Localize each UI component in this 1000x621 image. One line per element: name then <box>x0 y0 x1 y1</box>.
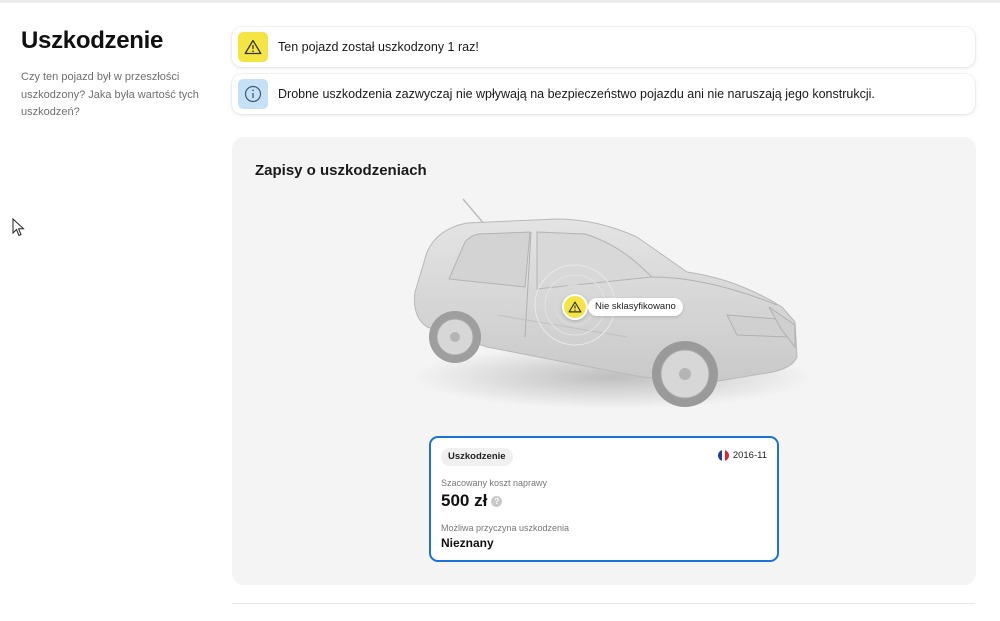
page-description: Czy ten pojazd był w przeszłości uszkodz… <box>21 71 199 118</box>
repair-cost-value: 500 zł <box>441 491 488 510</box>
damage-marker-warning-icon[interactable] <box>562 294 588 320</box>
info-icon <box>238 79 268 109</box>
top-border <box>0 0 1000 3</box>
damage-records-panel: Zapisy o uszkodzeniach Nie sklasyfikowan… <box>232 137 976 585</box>
damage-cause-value: Nieznany <box>441 536 494 550</box>
france-flag-icon <box>717 450 729 461</box>
panel-title: Zapisy o uszkodzeniach <box>255 162 427 179</box>
section-divider <box>232 603 975 604</box>
mouse-cursor-icon <box>12 218 25 237</box>
record-type-chip: Uszkodzenie <box>441 448 513 466</box>
alert-text: Ten pojazd został uszkodzony 1 raz! <box>278 40 479 54</box>
repair-cost-label: Szacowany koszt naprawy <box>441 478 548 488</box>
record-date: 2016-11 <box>717 450 767 461</box>
record-date-value: 2016-11 <box>732 450 767 461</box>
repair-cost: 500 zł ? <box>441 491 503 511</box>
damage-count-alert: Ten pojazd został uszkodzony 1 raz! <box>232 27 975 67</box>
damage-record-card[interactable]: Uszkodzenie 2016-11 Szacowany koszt napr… <box>429 436 779 562</box>
damage-marker-label: Nie sklasyfikowano <box>588 298 683 316</box>
warning-icon <box>238 32 268 62</box>
damage-cause-label: Możliwa przyczyna uszkodzenia <box>441 523 570 533</box>
safety-info-alert: Drobne uszkodzenia zazwyczaj nie wpływaj… <box>232 74 975 114</box>
help-icon[interactable]: ? <box>491 495 503 507</box>
section-intro: Uszkodzenie Czy ten pojazd był w przeszł… <box>21 27 206 122</box>
alert-text: Drobne uszkodzenia zazwyczaj nie wpływaj… <box>278 87 875 101</box>
page-title: Uszkodzenie <box>21 27 164 54</box>
